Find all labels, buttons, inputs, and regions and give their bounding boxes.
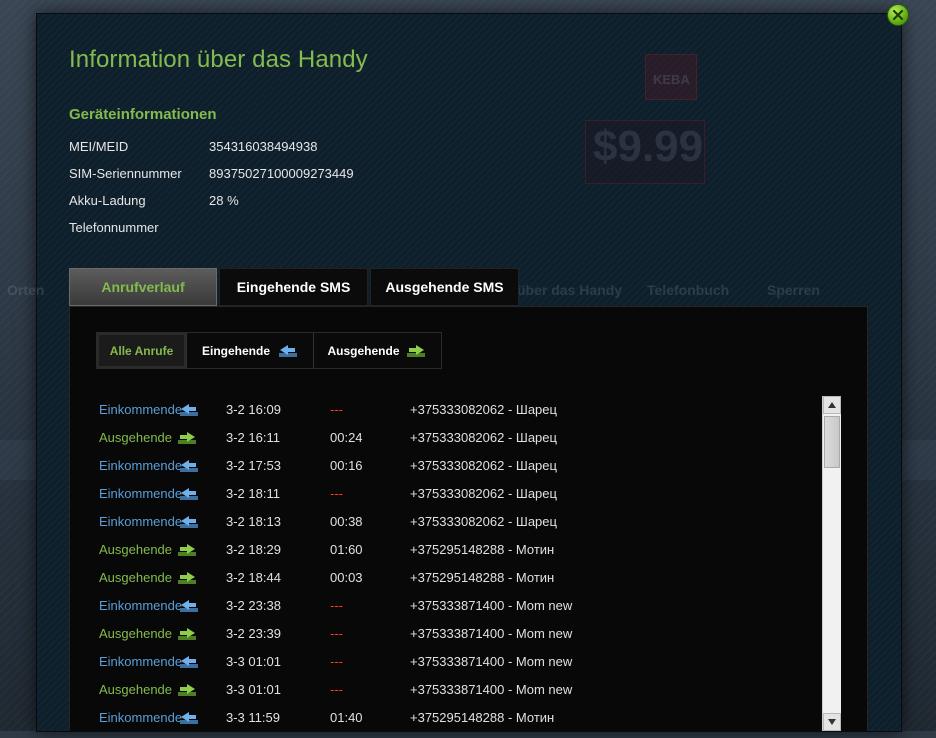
call-time: 3-3 11:59 xyxy=(226,710,280,725)
outgoing-call-icon xyxy=(177,683,199,700)
backdrop-badge-text: KEBA xyxy=(653,72,690,87)
call-type: Ausgehende xyxy=(99,570,173,585)
call-time: 3-2 23:39 xyxy=(226,626,281,641)
incoming-call-icon xyxy=(177,655,199,672)
call-duration: 01:60 xyxy=(330,542,363,557)
call-number: +375295148288 - Мотин xyxy=(410,570,555,585)
call-number: +375333871400 - Mom new xyxy=(410,654,573,669)
call-number: +375333082062 - Шарец xyxy=(410,514,557,529)
call-duration: --- xyxy=(330,682,343,697)
backdrop-nav-3: Sperren xyxy=(767,282,820,298)
backdrop-nav-0: Orten xyxy=(7,282,45,298)
call-type: Ausgehende xyxy=(99,682,173,697)
filter-incoming[interactable]: Eingehende xyxy=(187,333,314,368)
info-value: 89375027100009273449 xyxy=(209,166,354,181)
info-label: MEI/MEID xyxy=(69,139,129,154)
tab-outgoing-sms[interactable]: Ausgehende SMS xyxy=(370,268,519,306)
backdrop-nav-2: Telefonbuch xyxy=(647,282,730,298)
call-duration: 00:16 xyxy=(330,458,363,473)
backdrop-price: $9.99 xyxy=(593,122,704,171)
info-label: SIM-Seriennummer xyxy=(69,166,182,181)
incoming-call-icon xyxy=(177,515,199,532)
filter-all-calls[interactable]: Alle Anrufe xyxy=(97,333,187,368)
call-number: +375333871400 - Mom new xyxy=(410,598,573,613)
filter-label: Ausgehende xyxy=(327,343,400,358)
call-type: Einkommende xyxy=(99,402,183,417)
call-time: 3-2 17:53 xyxy=(226,458,281,473)
scroll-down-button[interactable] xyxy=(823,713,841,731)
call-type: Einkommende xyxy=(99,654,183,669)
call-time: 3-2 18:13 xyxy=(226,514,281,529)
call-duration: --- xyxy=(330,598,343,613)
call-filter-tabs: Alle Anrufe Eingehende Ausgehende xyxy=(96,332,442,369)
call-duration: 00:03 xyxy=(330,570,363,585)
call-number: +375295148288 - Мотин xyxy=(410,542,555,557)
arrow-down-icon xyxy=(828,719,836,725)
call-type: Einkommende xyxy=(99,598,183,613)
call-time: 3-2 18:11 xyxy=(226,486,280,501)
incoming-call-icon xyxy=(177,711,199,728)
call-duration: --- xyxy=(330,654,343,669)
call-type: Ausgehende xyxy=(99,430,173,445)
call-time: 3-2 18:29 xyxy=(226,542,281,557)
tab-incoming-sms[interactable]: Eingehende SMS xyxy=(219,268,368,306)
outgoing-arrow-icon xyxy=(406,344,425,357)
outgoing-call-icon xyxy=(177,571,199,588)
scroll-up-button[interactable] xyxy=(823,396,841,414)
call-duration: --- xyxy=(330,626,343,641)
call-duration: --- xyxy=(330,402,343,417)
outgoing-call-icon xyxy=(177,431,199,448)
call-number: +375333082062 - Шарец xyxy=(410,458,557,473)
incoming-call-icon xyxy=(177,459,199,476)
call-time: 3-2 16:11 xyxy=(226,430,280,445)
info-label: Akku-Ladung xyxy=(69,193,146,208)
call-time: 3-2 23:38 xyxy=(226,598,281,613)
incoming-arrow-icon xyxy=(279,344,297,357)
close-icon xyxy=(892,9,904,21)
call-time: 3-3 01:01 xyxy=(226,654,281,669)
call-type: Ausgehende xyxy=(99,542,173,557)
call-number: +375333871400 - Mom new xyxy=(410,626,573,641)
incoming-call-icon xyxy=(177,487,199,504)
outgoing-call-icon xyxy=(177,543,199,560)
filter-label: Eingehende xyxy=(201,343,270,358)
tab-call-history[interactable]: Anrufverlauf xyxy=(69,268,217,306)
call-duration: 00:24 xyxy=(330,430,363,445)
call-duration: --- xyxy=(330,486,343,501)
call-number: +375333082062 - Шарец xyxy=(410,402,557,417)
call-type: Einkommende xyxy=(99,458,183,473)
info-value: 354316038494938 xyxy=(209,139,318,154)
close-button[interactable] xyxy=(887,4,909,26)
call-duration: 00:38 xyxy=(330,514,363,529)
call-type: Einkommende xyxy=(99,486,183,501)
call-type: Ausgehende xyxy=(99,626,173,641)
incoming-call-icon xyxy=(177,599,199,616)
arrow-up-icon xyxy=(828,402,836,408)
incoming-call-icon xyxy=(177,403,199,420)
call-type: Einkommende xyxy=(99,710,183,725)
filter-outgoing[interactable]: Ausgehende xyxy=(314,333,441,368)
info-label: Telefonnummer xyxy=(69,220,159,235)
filter-label: Alle Anrufe xyxy=(109,343,174,358)
call-list-scrollbar[interactable] xyxy=(822,396,841,731)
call-number: +375295148288 - Мотин xyxy=(410,710,555,725)
call-number: +375333871400 - Mom new xyxy=(410,682,573,697)
call-time: 3-2 18:44 xyxy=(226,570,281,585)
outgoing-call-icon xyxy=(177,627,199,644)
call-duration: 01:40 xyxy=(330,710,363,725)
info-value: 28 % xyxy=(209,193,239,208)
modal-title: Information über das Handy xyxy=(69,46,368,73)
call-time: 3-3 01:01 xyxy=(226,682,281,697)
call-number: +375333082062 - Шарец xyxy=(410,430,557,445)
call-time: 3-2 16:09 xyxy=(226,402,281,417)
call-number: +375333082062 - Шарец xyxy=(410,486,557,501)
backdrop-nav-1: über das Handy xyxy=(517,282,623,298)
section-title: Geräteinformationen xyxy=(69,106,217,123)
call-type: Einkommende xyxy=(99,514,183,529)
scroll-thumb[interactable] xyxy=(824,416,840,468)
